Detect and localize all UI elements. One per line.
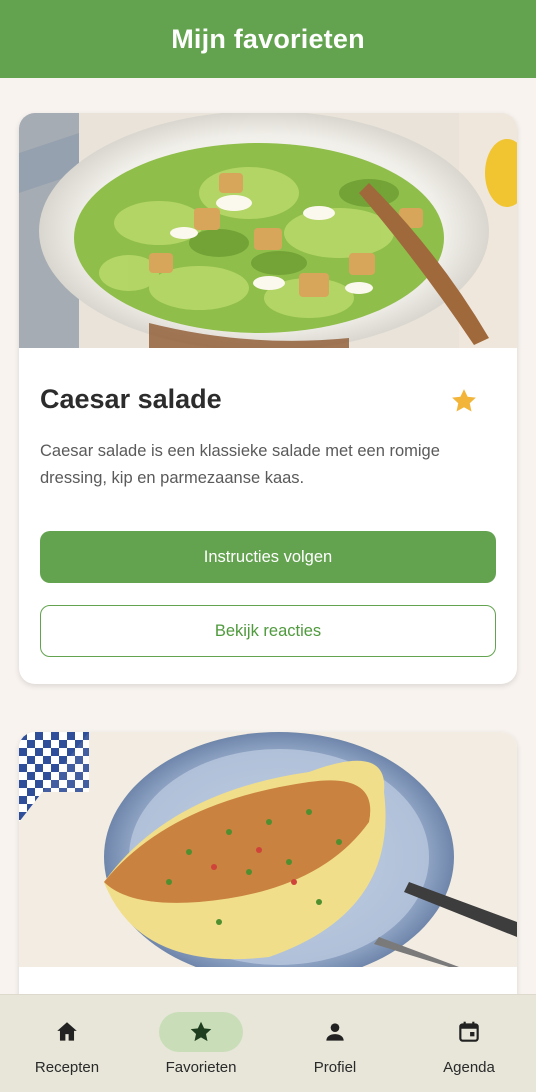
star-icon [190, 1021, 212, 1042]
nav-label: Profiel [313, 1059, 357, 1076]
top-app-bar: Mijn favorieten [0, 0, 536, 78]
favorites-feed[interactable]: Caesar salade Caesar salade is een klass… [0, 78, 536, 994]
nav-indicator [25, 1012, 109, 1052]
nav-item-favorieten[interactable]: Favorieten [141, 995, 261, 1092]
recipe-image [19, 732, 517, 967]
nav-label: Favorieten [165, 1059, 237, 1076]
nav-item-agenda[interactable]: Agenda [409, 995, 529, 1092]
nav-indicator [293, 1012, 377, 1052]
recipe-image [19, 113, 517, 348]
nav-item-recepten[interactable]: Recepten [7, 995, 127, 1092]
recipe-card: Caesar salade Caesar salade is een klass… [19, 113, 517, 684]
nav-item-profiel[interactable]: Profiel [275, 995, 395, 1092]
recipe-title: Caesar salade [40, 384, 222, 414]
favorite-star-icon[interactable] [449, 386, 479, 416]
nav-indicator [427, 1012, 511, 1052]
nav-indicator [159, 1012, 243, 1052]
person-icon [326, 1023, 344, 1041]
nav-label: Agenda [443, 1059, 495, 1076]
home-icon [57, 1022, 77, 1041]
view-reactions-button[interactable]: Bekijk reacties [40, 605, 496, 657]
follow-instructions-button[interactable]: Instructies volgen [40, 531, 496, 583]
recipe-card [19, 732, 517, 994]
nav-label: Recepten [34, 1059, 100, 1076]
recipe-description: Caesar salade is een klassieke salade me… [40, 442, 440, 487]
bottom-navigation: Recepten Favorieten Profiel Agenda [0, 994, 536, 1092]
page-title: Mijn favorieten [171, 23, 365, 54]
calendar-icon [459, 1021, 479, 1042]
app-screen: Mijn favorieten Caesar salade Caesar sal… [0, 0, 536, 1092]
